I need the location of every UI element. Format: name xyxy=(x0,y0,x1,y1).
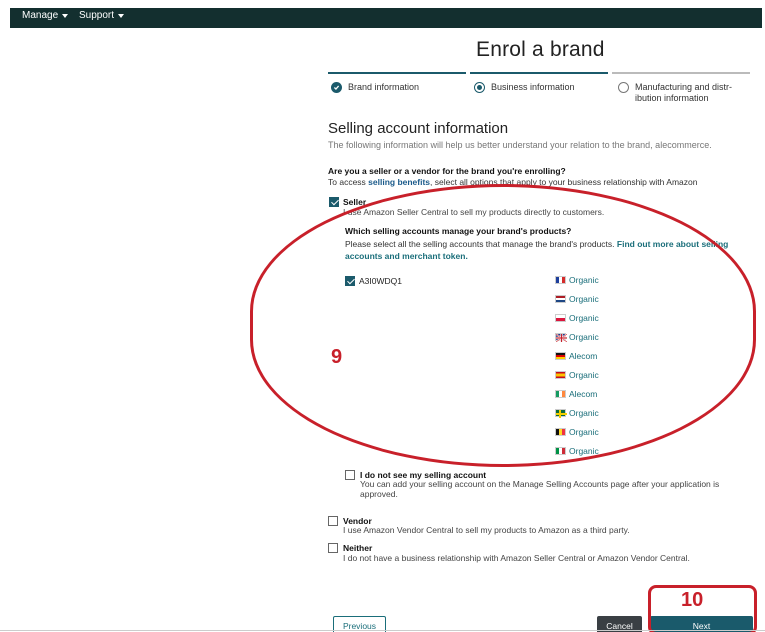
neither-checkbox[interactable] xyxy=(328,543,338,553)
flag-germany-icon xyxy=(555,352,566,360)
flag-belgium-icon xyxy=(555,428,566,436)
flag-sweden-icon xyxy=(555,409,567,418)
step-label: Business information xyxy=(491,82,575,92)
flag-ireland-icon xyxy=(555,390,566,398)
marketplace-item: Organic xyxy=(555,408,599,418)
hint-suffix: , select all options that apply to your … xyxy=(430,177,698,187)
marketplace-item: Organic xyxy=(555,275,599,285)
marketplace-label: Organic xyxy=(569,427,599,437)
marketplace-label: Organic xyxy=(569,446,599,456)
flag-netherlands-icon xyxy=(555,295,566,303)
marketplace-label: Alecom xyxy=(569,389,598,399)
step-label-line2: ibution information xyxy=(635,93,709,103)
chevron-down-icon xyxy=(62,14,69,18)
marketplace-label: Organic xyxy=(569,332,599,342)
accounts-desc-text: Please select all the selling accounts t… xyxy=(345,239,615,249)
marketplace-item: Organic xyxy=(555,446,599,456)
seller-description: I use Amazon Seller Central to sell my p… xyxy=(343,207,605,217)
radio-empty-icon xyxy=(618,82,629,93)
step-line-current xyxy=(470,72,608,74)
marketplace-item: Alecom xyxy=(555,389,597,399)
radio-current-icon xyxy=(474,82,485,93)
section-title: Selling account information xyxy=(328,120,509,137)
step-label-line1: Manufacturing and distr- xyxy=(635,82,733,92)
no-account-checkbox[interactable] xyxy=(345,470,355,480)
nav-manage[interactable]: Manage xyxy=(22,10,69,21)
nav-support[interactable]: Support xyxy=(79,10,125,21)
no-account-description: You can add your selling account on the … xyxy=(360,479,719,499)
marketplace-label: Organic xyxy=(569,313,599,323)
progress-stepper: Brand information Business information M… xyxy=(328,72,750,106)
nav-support-label: Support xyxy=(79,10,115,21)
no-account-desc-line2: approved. xyxy=(360,489,398,499)
nav-manage-label: Manage xyxy=(22,10,59,21)
section-subtitle: The following information will help us b… xyxy=(328,140,712,150)
no-account-desc-line1: You can add your selling account on the … xyxy=(360,479,720,489)
step-label-wrap: Manufacturing and distr- ibution informa… xyxy=(635,82,732,104)
selling-benefits-link[interactable]: selling benefits xyxy=(368,177,430,187)
page-title: Enrol a brand xyxy=(476,38,605,61)
chevron-down-icon xyxy=(118,14,125,18)
vendor-checkbox[interactable] xyxy=(328,516,338,526)
hint-prefix: To access xyxy=(328,177,369,187)
annotation-number-10: 10 xyxy=(681,589,704,611)
step-line-done xyxy=(328,72,466,74)
marketplace-label: Organic xyxy=(569,408,599,418)
flag-france-icon xyxy=(555,276,566,284)
seller-checkbox[interactable] xyxy=(329,197,339,207)
step-line-todo xyxy=(612,72,750,74)
step-brand-information[interactable]: Brand information xyxy=(331,82,419,93)
seller-label: Seller xyxy=(343,197,367,207)
account-id: A3I0WDQ1 xyxy=(359,276,402,286)
annotation-number-9: 9 xyxy=(331,346,343,368)
marketplace-item: Organic xyxy=(555,427,599,437)
flag-spain-icon xyxy=(555,371,566,379)
marketplace-item: Alecom xyxy=(555,351,597,361)
footer-divider xyxy=(0,630,765,631)
neither-description: I do not have a business relationship wi… xyxy=(343,553,690,563)
marketplace-label: Organic xyxy=(569,294,599,304)
marketplace-item: Organic xyxy=(555,370,599,380)
neither-label: Neither xyxy=(343,543,373,553)
marketplace-item: Organic xyxy=(555,332,599,342)
step-business-information[interactable]: Business information xyxy=(474,82,575,93)
selling-accounts-question: Which selling accounts manage your brand… xyxy=(345,226,572,236)
marketplace-label: Organic xyxy=(569,370,599,380)
selling-accounts-description: Please select all the selling accounts t… xyxy=(345,238,753,262)
step-label: Brand information xyxy=(348,82,420,92)
check-circle-icon xyxy=(331,82,342,93)
step-manufacturing-information[interactable]: Manufacturing and distr- ibution informa… xyxy=(618,82,732,104)
seller-vendor-hint: To access selling benefits, select all o… xyxy=(328,177,697,187)
marketplace-item: Organic xyxy=(555,313,599,323)
marketplace-label: Organic xyxy=(569,275,599,285)
account-checkbox[interactable] xyxy=(345,276,355,286)
flag-italy-icon xyxy=(555,447,566,455)
flag-uk-icon xyxy=(555,333,567,342)
vendor-description: I use Amazon Vendor Central to sell my p… xyxy=(343,525,630,535)
top-nav-bar: Manage Support xyxy=(10,8,762,28)
marketplace-item: Organic xyxy=(555,294,599,304)
marketplace-label: Alecom xyxy=(569,351,598,361)
seller-vendor-question: Are you a seller or a vendor for the bra… xyxy=(328,166,566,176)
flag-poland-icon xyxy=(555,314,566,322)
